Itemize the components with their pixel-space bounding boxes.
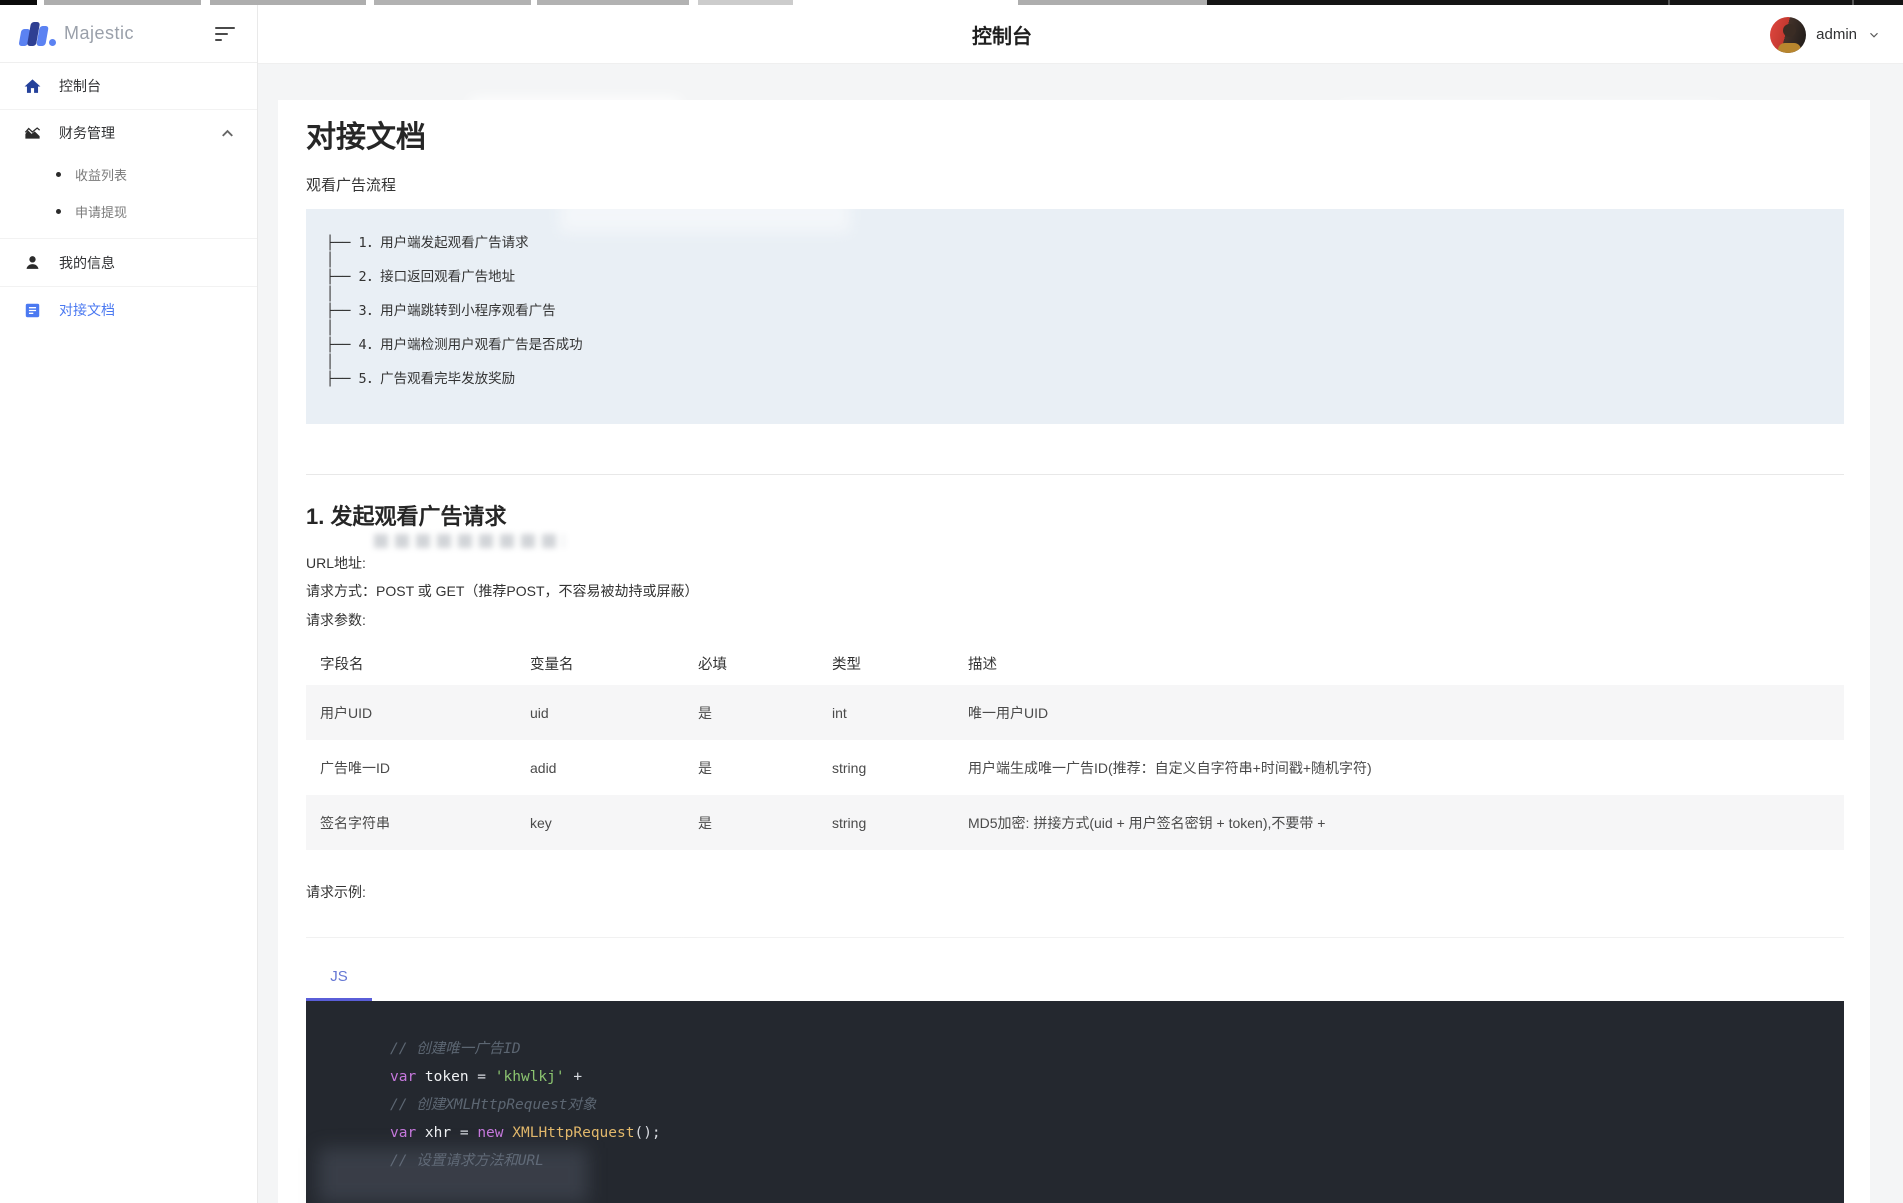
- page-title: 控制台: [972, 5, 1032, 64]
- home-icon: [23, 77, 42, 96]
- sidebar-item-earnings[interactable]: 收益列表: [0, 156, 257, 193]
- code-token: ();: [634, 1125, 660, 1141]
- code-token: token: [425, 1069, 469, 1085]
- document-icon: [23, 301, 42, 320]
- main-area: 对接文档 观看广告流程 ├── 1．用户端发起观看广告请求 │ ├── 2．接口…: [258, 64, 1903, 1203]
- code-token: var: [390, 1125, 425, 1141]
- table-cell: 签名字符串: [306, 813, 516, 833]
- section-heading: 1. 发起观看广告请求: [306, 499, 1844, 531]
- column-header: 变量名: [516, 653, 684, 674]
- code-line: var xhr = new XMLHttpRequest();: [390, 1119, 1814, 1147]
- flow-tree: ├── 1．用户端发起观看广告请求 │ ├── 2．接口返回观看广告地址 │ ├…: [326, 235, 1844, 388]
- browser-strip: [0, 0, 1903, 5]
- code-token: =: [469, 1069, 495, 1085]
- code-block: // 创建唯一广告ID var token = 'khwlkj' + // 创建XM…: [306, 1001, 1844, 1203]
- username: admin: [1816, 26, 1857, 43]
- code-line: var token = 'khwlkj' +: [390, 1063, 1814, 1091]
- top-header: 控制台 admin: [258, 5, 1903, 64]
- code-token: =: [451, 1125, 477, 1141]
- table-row: 用户UIDuid是int唯一用户UID: [306, 685, 1844, 740]
- table-cell: uid: [516, 705, 684, 721]
- code-example: JS // 创建唯一广告IDvar token = 'khwlkj' +// 创…: [306, 937, 1844, 1203]
- table-cell: 是: [684, 813, 818, 833]
- brand-logo-icon: [18, 19, 56, 49]
- table-cell: 用户UID: [306, 703, 516, 723]
- table-cell: string: [818, 760, 954, 776]
- table-cell: int: [818, 705, 954, 721]
- table-header-row: 字段名变量名必填类型描述: [306, 641, 1844, 685]
- code-token: XMLHttpRequest: [512, 1125, 634, 1141]
- tab-js[interactable]: JS: [306, 954, 372, 1001]
- column-header: 描述: [954, 653, 1844, 674]
- sidebar-item-label: 对接文档: [59, 300, 237, 320]
- doc-title: 对接文档: [306, 100, 1844, 156]
- chevron-down-icon: [1867, 28, 1881, 42]
- bullet-icon: [56, 172, 61, 177]
- sidebar-collapse-icon[interactable]: [215, 27, 237, 41]
- code-token: new: [477, 1125, 512, 1141]
- table-cell: 广告唯一ID: [306, 758, 516, 778]
- code-line: // 创建XMLHttpRequest对象: [390, 1091, 1814, 1119]
- code-token: var: [390, 1069, 425, 1085]
- sidebar-logo-row: Majestic: [0, 5, 257, 63]
- code-token: // 创建唯一广告ID: [390, 1041, 521, 1057]
- flow-label: 观看广告流程: [306, 174, 1844, 195]
- table-cell: key: [516, 815, 684, 831]
- code-token: // 创建XMLHttpRequest对象: [390, 1097, 596, 1113]
- sidebar-item-label: 我的信息: [59, 253, 237, 273]
- table-cell: string: [818, 815, 954, 831]
- sidebar-group-finance: 财务管理 收益列表 申请提现: [0, 110, 257, 239]
- sidebar-item-label: 控制台: [59, 76, 237, 96]
- content-card: 对接文档 观看广告流程 ├── 1．用户端发起观看广告请求 │ ├── 2．接口…: [278, 100, 1870, 1203]
- url-label: URL地址:: [306, 555, 1844, 572]
- params-label: 请求参数:: [306, 612, 1844, 629]
- sidebar-item-label: 财务管理: [59, 123, 218, 143]
- sidebar-item-finance[interactable]: 财务管理: [0, 110, 257, 156]
- sidebar: Majestic 控制台 财务管理 收益列表 申请提现: [0, 5, 258, 1203]
- bullet-icon: [56, 209, 61, 214]
- example-label: 请求示例:: [306, 882, 1844, 902]
- sidebar-item-console[interactable]: 控制台: [0, 63, 257, 110]
- code-tab-bar: JS: [306, 937, 1844, 1001]
- params-table: 字段名变量名必填类型描述 用户UIDuid是int唯一用户UID广告唯一IDad…: [306, 641, 1844, 850]
- table-row: 广告唯一IDadid是string用户端生成唯一广告ID(推荐：自定义自字符串+…: [306, 740, 1844, 795]
- table-cell: 是: [684, 703, 818, 723]
- avatar[interactable]: [1770, 17, 1806, 53]
- table-cell: 唯一用户UID: [954, 703, 1844, 723]
- sidebar-subitem-label: 收益列表: [75, 165, 127, 184]
- code-token: // 设置请求方法和URL: [390, 1153, 544, 1169]
- flow-diagram: ├── 1．用户端发起观看广告请求 │ ├── 2．接口返回观看广告地址 │ ├…: [306, 209, 1844, 424]
- code-token: xhr: [425, 1125, 451, 1141]
- column-header: 字段名: [306, 653, 516, 674]
- table-cell: adid: [516, 760, 684, 776]
- user-menu[interactable]: admin: [1770, 5, 1881, 64]
- user-icon: [23, 253, 42, 272]
- sidebar-subitem-label: 申请提现: [75, 202, 127, 221]
- brand-name: Majestic: [64, 23, 215, 44]
- column-header: 类型: [818, 653, 954, 674]
- chevron-up-icon: [218, 124, 237, 143]
- code-line: // 创建唯一广告ID: [390, 1035, 1814, 1063]
- table-body: 用户UIDuid是int唯一用户UID广告唯一IDadid是string用户端生…: [306, 685, 1844, 850]
- table-cell: 是: [684, 758, 818, 778]
- section-divider: [306, 474, 1844, 475]
- table-cell: 用户端生成唯一广告ID(推荐：自定义自字符串+时间戳+随机字符): [954, 758, 1844, 778]
- code-token: 'khwlkj': [495, 1069, 565, 1085]
- table-row: 签名字符串key是stringMD5加密: 拼接方式(uid + 用户签名密钥 …: [306, 795, 1844, 850]
- table-cell: MD5加密: 拼接方式(uid + 用户签名密钥 + token),不要带 +: [954, 813, 1844, 833]
- method-line: 请求方式：POST 或 GET（推荐POST，不容易被劫持或屏蔽）: [306, 583, 1844, 600]
- code-line: // 设置请求方法和URL: [390, 1147, 1814, 1175]
- finance-chart-icon: [23, 124, 42, 143]
- sidebar-item-docs[interactable]: 对接文档: [0, 287, 257, 333]
- column-header: 必填: [684, 653, 818, 674]
- sidebar-item-profile[interactable]: 我的信息: [0, 239, 257, 287]
- sidebar-item-withdraw[interactable]: 申请提现: [0, 193, 257, 230]
- code-token: +: [565, 1069, 582, 1085]
